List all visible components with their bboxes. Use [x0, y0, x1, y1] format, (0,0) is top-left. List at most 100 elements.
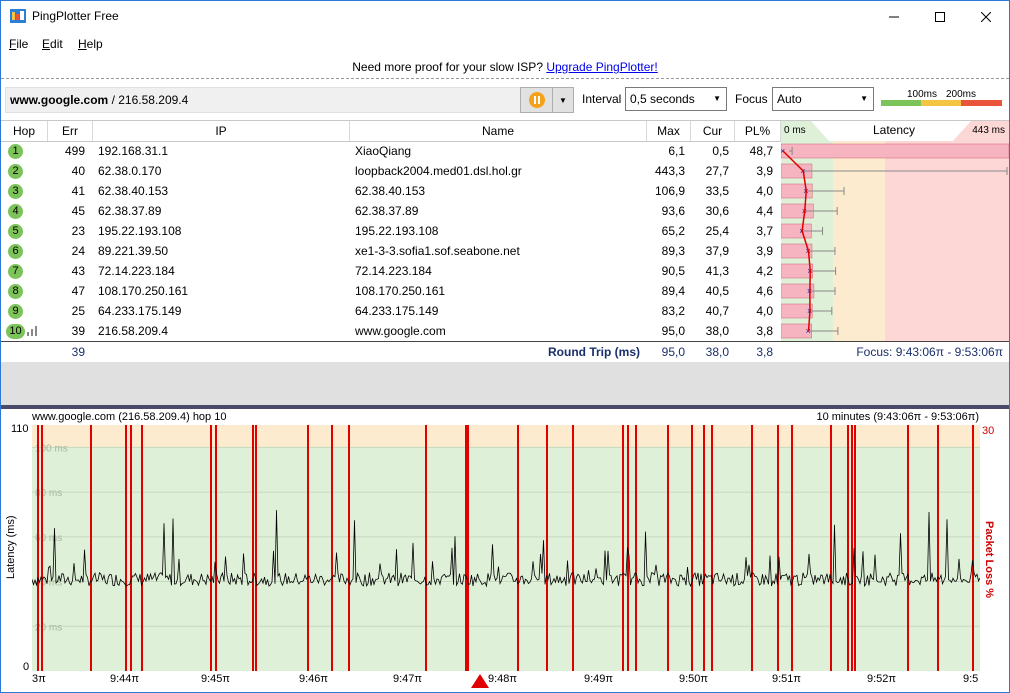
graph-time-range: 10 minutes (9:43:06π - 9:53:06π): [816, 411, 979, 423]
target-field[interactable]: www.google.com / 216.58.209.4: [5, 87, 521, 113]
pause-dropdown-button[interactable]: ▼: [552, 87, 574, 113]
y-axis-max: 110: [11, 423, 29, 435]
cell-ip: 216.58.209.4: [98, 324, 169, 338]
table-row[interactable]: 8 47 108.170.250.161 108.170.250.161 89,4 40,…: [1, 281, 781, 301]
x-axis-label: 9:50π: [679, 673, 708, 685]
cell-max: 83,2: [661, 304, 685, 318]
latency-color-legend: 100ms 200ms: [881, 89, 1002, 107]
cell-pl: 4,0: [756, 304, 773, 318]
table-header: Hop Err IP Name Max Cur PL% 0 ms Latency…: [1, 120, 1009, 142]
cell-ip: 108.170.250.161: [98, 284, 189, 298]
hop-number-badge: 3: [8, 184, 23, 199]
cell-pl: 3,7: [756, 224, 773, 238]
menu-help-label: elp: [86, 37, 103, 51]
latency-max-label: 443 ms: [972, 125, 1005, 136]
cell-name: xe1-3-3.sofia1.sof.seabone.net: [355, 244, 520, 258]
x-axis-label: 9:46π: [299, 673, 328, 685]
pl-axis-max: 30: [982, 425, 995, 437]
upgrade-link[interactable]: Upgrade PingPlotter!: [546, 60, 657, 74]
focus-value: Auto: [777, 92, 802, 106]
current-time-marker-icon[interactable]: [471, 674, 489, 688]
interval-select[interactable]: 0,5 seconds ▼: [625, 87, 727, 111]
cell-pl: 4,2: [756, 264, 773, 278]
menu-edit[interactable]: Edit: [42, 37, 63, 51]
cell-cur: 25,4: [705, 224, 729, 238]
hop-number-badge: 10: [6, 324, 25, 339]
chevron-down-icon: ▼: [559, 95, 567, 105]
cell-err: 499: [64, 144, 85, 158]
minimize-button[interactable]: [871, 1, 917, 32]
focus-select[interactable]: Auto ▼: [772, 87, 874, 111]
pause-button[interactable]: [520, 87, 554, 113]
focus-label: Focus: [735, 92, 768, 106]
interval-value: 0,5 seconds: [630, 92, 695, 106]
table-row[interactable]: 10 39 216.58.209.4 www.google.com 95,0 38,0 3,…: [1, 321, 781, 341]
maximize-button[interactable]: [917, 1, 963, 32]
cell-max: 89,4: [661, 284, 685, 298]
cell-pl: 4,6: [756, 284, 773, 298]
cell-name: XiaoQiang: [355, 144, 412, 158]
cell-name: loopback2004.med01.dsl.hol.gr: [355, 164, 522, 178]
column-name[interactable]: Name: [350, 121, 647, 141]
promo-banner: Need more proof for your slow ISP? Upgra…: [1, 56, 1009, 79]
cell-max: 95,0: [661, 324, 685, 338]
x-axis-label: 9:49π: [584, 673, 613, 685]
hop-number-badge: 5: [8, 224, 23, 239]
table-empty-area: [1, 362, 1009, 405]
round-trip-cur: 38,0: [705, 345, 729, 359]
app-window: PingPlotter Free File Edit Help Need mor…: [0, 0, 1010, 693]
table-row[interactable]: 2 40 62.38.0.170 loopback2004.med01.dsl.hol…: [1, 161, 781, 181]
cell-name: 72.14.223.184: [355, 264, 432, 278]
pause-icon: [529, 92, 545, 108]
cell-pl: 4,0: [756, 184, 773, 198]
x-axis-label: 9:5: [963, 673, 979, 685]
column-cur[interactable]: Cur: [691, 121, 735, 141]
menu-file[interactable]: File: [9, 37, 28, 51]
promo-text: Need more proof for your slow ISP?: [352, 60, 543, 74]
target-ip: / 216.58.209.4: [108, 93, 189, 107]
round-trip-err: 39: [71, 345, 85, 359]
column-err[interactable]: Err: [48, 121, 93, 141]
hop-number-badge: 8: [8, 284, 23, 299]
table-row[interactable]: 1 499 192.168.31.1 XiaoQiang 6,1 0,5 48,7: [1, 141, 781, 161]
target-host: www.google.com: [10, 93, 109, 107]
cell-ip: 195.22.193.108: [98, 224, 182, 238]
table-row[interactable]: 5 23 195.22.193.108 195.22.193.108 65,2 25,4 3…: [1, 221, 781, 241]
cell-name: 195.22.193.108: [355, 224, 439, 238]
column-pl[interactable]: PL%: [735, 121, 781, 141]
cell-err: 45: [71, 204, 85, 218]
window-title: PingPlotter Free: [32, 9, 119, 23]
cell-max: 6,1: [668, 144, 685, 158]
cell-err: 43: [71, 264, 85, 278]
x-axis-label: 9:51π: [772, 673, 801, 685]
hop-number-badge: 2: [8, 164, 23, 179]
pingplotter-logo-icon: [10, 9, 26, 23]
graph-title: www.google.com (216.58.209.4) hop 10: [32, 411, 227, 423]
menu-help[interactable]: Help: [78, 37, 103, 51]
timeline-graph: www.google.com (216.58.209.4) hop 10 10 …: [1, 409, 1009, 692]
column-max[interactable]: Max: [647, 121, 691, 141]
column-ip[interactable]: IP: [93, 121, 350, 141]
cell-err: 23: [71, 224, 85, 238]
table-row[interactable]: 6 24 89.221.39.50 xe1-3-3.sofia1.sof.seabon…: [1, 241, 781, 261]
table-row[interactable]: 3 41 62.38.40.153 62.38.40.153 106,9 33,5 4,0: [1, 181, 781, 201]
table-row[interactable]: 9 25 64.233.175.149 64.233.175.149 83,2 40,7 4…: [1, 301, 781, 321]
latency-graph-plot[interactable]: 100 ms80 ms60 ms40 ms20 ms: [32, 425, 980, 671]
signal-bars-icon: [27, 326, 37, 336]
round-trip-pl: 3,8: [756, 345, 773, 359]
cell-ip: 62.38.40.153: [98, 184, 169, 198]
cell-cur: 30,6: [705, 204, 729, 218]
cell-ip: 62.38.37.89: [98, 204, 162, 218]
table-row[interactable]: 4 45 62.38.37.89 62.38.37.89 93,6 30,6 4,4: [1, 201, 781, 221]
x-axis-label: 9:48π: [488, 673, 517, 685]
hop-number-badge: 9: [8, 304, 23, 319]
column-hop[interactable]: Hop: [1, 121, 48, 141]
latency-min-label: 0 ms: [784, 125, 806, 136]
cell-pl: 4,4: [756, 204, 773, 218]
chevron-down-icon: ▼: [860, 94, 868, 103]
column-latency[interactable]: 0 ms Latency 443 ms: [781, 121, 1009, 141]
round-trip-row: 39 Round Trip (ms) 95,0 38,0 3,8 Focus: …: [1, 341, 1009, 362]
close-button[interactable]: [963, 1, 1009, 32]
cell-err: 40: [71, 164, 85, 178]
table-row[interactable]: 7 43 72.14.223.184 72.14.223.184 90,5 41,3 4,2: [1, 261, 781, 281]
